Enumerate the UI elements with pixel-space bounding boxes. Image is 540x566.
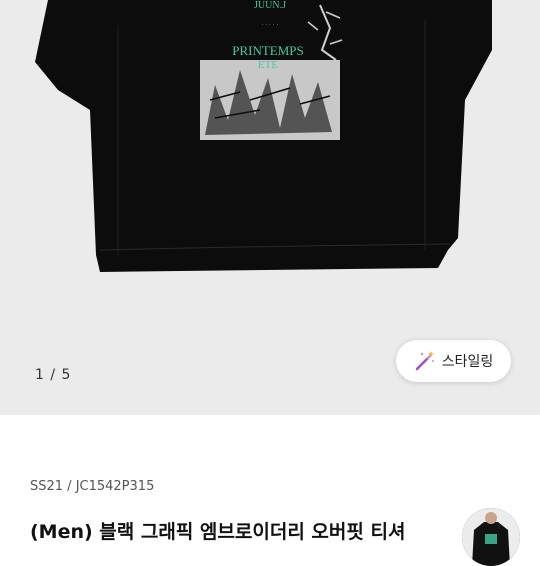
svg-text:JUUN.J: JUUN.J	[254, 0, 286, 11]
page-indicator: 1 / 5	[35, 367, 72, 383]
svg-text:PRINTEMPS: PRINTEMPS	[232, 43, 304, 58]
svg-text:ETE: ETE	[258, 59, 278, 71]
product-image-gallery[interactable]: JUUN.J · · · · · PRINTEMPS ETE 1 / 5 스타일…	[0, 0, 540, 415]
product-sku: SS21 / JC1542P315	[30, 479, 155, 494]
style-thumbnail[interactable]	[462, 508, 520, 566]
styling-button[interactable]: 스타일링	[396, 340, 511, 382]
magic-wand-icon	[414, 350, 436, 372]
svg-text:· · · · ·: · · · · ·	[262, 22, 279, 28]
styling-button-label: 스타일링	[441, 354, 494, 370]
